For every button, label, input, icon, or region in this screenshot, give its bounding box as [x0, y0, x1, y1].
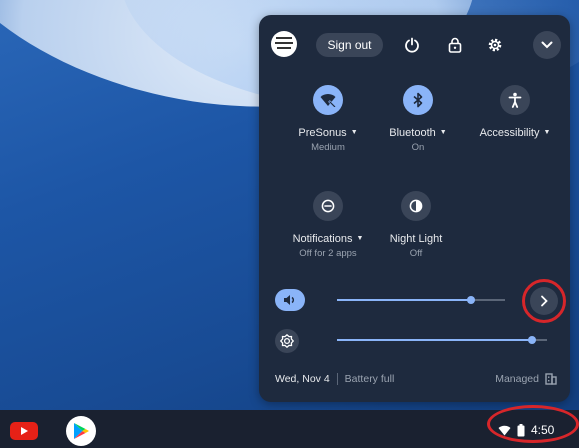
- date-label[interactable]: Wed, Nov 4: [275, 373, 330, 385]
- sign-out-label: Sign out: [327, 38, 372, 52]
- tile-accessibility[interactable]: Accessibility ▼: [465, 85, 565, 139]
- lock-icon: [448, 37, 462, 53]
- tile-accessibility-label[interactable]: Accessibility ▼: [465, 127, 565, 139]
- highlight-circle: [487, 405, 579, 443]
- brightness-button: [275, 329, 299, 353]
- accessibility-toggle[interactable]: [500, 85, 530, 115]
- managed-building-icon: [545, 373, 557, 385]
- dropdown-arrow-icon: ▼: [543, 129, 551, 136]
- brightness-slider-fill: [337, 339, 533, 341]
- tile-bluetooth[interactable]: Bluetooth ▼ On: [368, 85, 468, 153]
- tile-night-light-label[interactable]: Night Light: [366, 233, 466, 245]
- play-store-app-icon[interactable]: [66, 416, 96, 446]
- tile-wifi-name: PreSonus: [298, 127, 347, 139]
- dropdown-arrow-icon: ▼: [356, 235, 364, 242]
- sign-out-button[interactable]: Sign out: [316, 33, 383, 57]
- tile-bluetooth-status: On: [411, 142, 425, 153]
- wifi-icon: [320, 94, 336, 107]
- tile-notifications-status: Off for 2 apps: [299, 248, 357, 259]
- tile-bluetooth-label[interactable]: Bluetooth ▼: [368, 127, 468, 139]
- youtube-app-icon[interactable]: [10, 422, 38, 440]
- power-button[interactable]: [398, 31, 426, 59]
- tile-bluetooth-name: Bluetooth: [389, 127, 436, 139]
- quick-settings-footer: Wed, Nov 4 Battery full Managed: [275, 371, 557, 387]
- dropdown-arrow-icon: ▼: [439, 129, 447, 136]
- tile-wifi-label[interactable]: PreSonus ▼: [278, 127, 378, 139]
- settings-button[interactable]: [481, 31, 509, 59]
- dropdown-arrow-icon: ▼: [350, 129, 358, 136]
- divider: [336, 373, 338, 385]
- brightness-slider-row: [275, 329, 555, 359]
- managed-label: Managed: [495, 373, 539, 385]
- tile-wifi[interactable]: PreSonus ▼ Medium: [278, 85, 378, 153]
- tile-notifications-name: Notifications: [292, 233, 353, 245]
- battery-status: Battery full: [344, 373, 395, 385]
- brightness-icon: [280, 334, 294, 348]
- accessibility-icon: [508, 92, 522, 108]
- volume-icon: [284, 295, 294, 305]
- settings-gear-icon: [488, 38, 502, 52]
- tile-wifi-status: Medium: [311, 142, 345, 153]
- brightness-slider-thumb[interactable]: [528, 336, 537, 344]
- night-light-toggle[interactable]: [401, 191, 431, 221]
- volume-slider-fill: [337, 299, 472, 301]
- tile-notifications[interactable]: Notifications ▼ Off for 2 apps: [278, 191, 378, 259]
- tile-accessibility-name: Accessibility: [479, 127, 540, 139]
- volume-slider-thumb[interactable]: [467, 296, 476, 304]
- tile-night-light[interactable]: Night Light Off: [366, 191, 466, 259]
- quick-settings-panel: Sign out PreSonus ▼ Medium Bluetooth ▼ O…: [259, 15, 570, 402]
- volume-slider[interactable]: [337, 296, 505, 304]
- night-light-icon: [409, 199, 423, 213]
- wifi-toggle[interactable]: [313, 85, 343, 115]
- volume-slider-row: [275, 289, 555, 319]
- bluetooth-icon: [413, 92, 423, 108]
- account-avatar[interactable]: [271, 31, 297, 57]
- managed-indicator[interactable]: Managed: [495, 373, 557, 385]
- tile-night-light-status: Off: [409, 248, 423, 259]
- do-not-disturb-icon: [321, 199, 335, 213]
- chevron-down-icon: [541, 41, 553, 49]
- highlight-circle: [522, 279, 566, 323]
- bluetooth-toggle[interactable]: [403, 85, 433, 115]
- lock-button[interactable]: [441, 31, 469, 59]
- power-icon: [405, 37, 419, 53]
- mute-button[interactable]: [275, 289, 305, 311]
- brightness-slider[interactable]: [337, 336, 547, 344]
- quick-settings-header: Sign out: [259, 15, 570, 75]
- notifications-toggle[interactable]: [313, 191, 343, 221]
- tile-notifications-label[interactable]: Notifications ▼: [278, 233, 378, 245]
- collapse-button[interactable]: [533, 31, 561, 59]
